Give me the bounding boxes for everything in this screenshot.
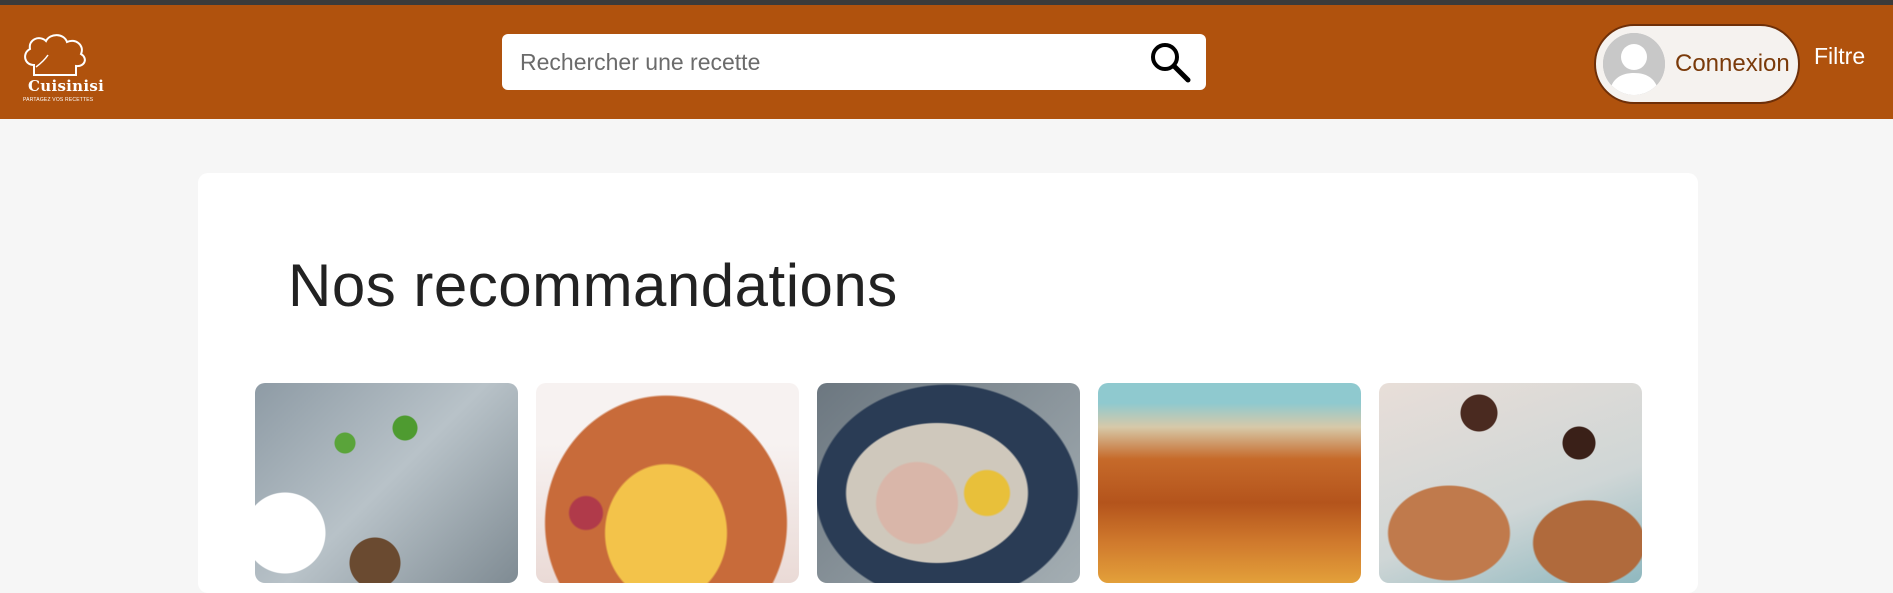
section-title: Nos recommandations [288,252,898,319]
recipe-image [1098,383,1361,583]
recipe-card[interactable] [255,383,518,583]
site-header: Cuisinisi PARTAGEZ VOS RECETTES Connexio… [0,5,1893,119]
login-button[interactable]: Connexion [1594,24,1800,104]
recommendations-card: Nos recommandations [198,173,1698,593]
user-icon [1603,33,1665,95]
logo-name: Cuisinisi [28,77,105,95]
recipe-image [536,383,799,583]
recipe-card[interactable] [1098,383,1361,583]
recipe-image [255,383,518,583]
recipe-card[interactable] [536,383,799,583]
recipe-image [1379,383,1642,583]
recipe-card[interactable] [817,383,1080,583]
search-input[interactable] [502,34,1122,90]
search-icon[interactable] [1148,40,1192,84]
filter-link[interactable]: Filtre [1814,43,1865,70]
chef-hat-icon [24,34,86,76]
avatar [1603,33,1665,95]
logo-tagline: PARTAGEZ VOS RECETTES [23,97,94,103]
site-logo[interactable]: Cuisinisi PARTAGEZ VOS RECETTES [18,31,104,105]
recipe-list [255,383,1642,583]
recipe-card[interactable] [1379,383,1642,583]
login-label: Connexion [1675,50,1790,77]
search-bar [502,34,1206,90]
recipe-image [817,383,1080,583]
